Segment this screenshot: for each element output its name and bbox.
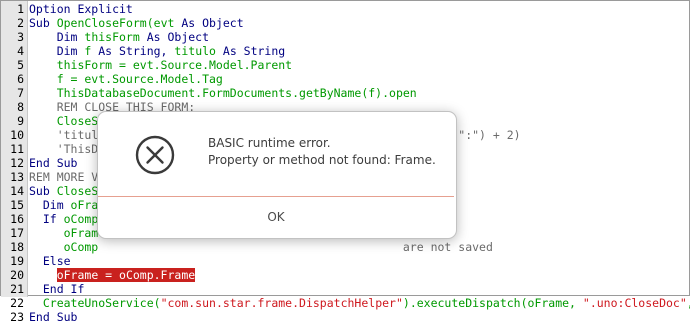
code-text: CreateUnoService("com.sun.star.frame.Dis… <box>29 296 690 310</box>
code-token: As String, <box>98 44 175 58</box>
code-text: thisForm = evt.Source.Model.Parent <box>29 58 292 72</box>
code-token: Dim <box>29 44 85 58</box>
line-number: 6 <box>17 72 24 86</box>
dialog-message: Property or method not found: Frame. <box>208 153 436 167</box>
dialog-title: BASIC runtime error. <box>208 136 331 150</box>
code-token: Option Explicit <box>29 2 133 16</box>
line-number: 12 <box>10 156 24 170</box>
code-token: f = evt.Source.Model.Tag <box>29 72 223 86</box>
code-token: f <box>84 44 99 58</box>
highlighted-error-code: oFrame = oComp.Frame <box>56 268 196 282</box>
line-number: 5 <box>17 58 24 72</box>
code-line[interactable]: 2 Sub OpenCloseForm(evt As Object <box>1 16 690 30</box>
code-text: oFrame = oComp.Frame <box>29 268 196 282</box>
ok-button[interactable]: OK <box>98 196 454 237</box>
code-token: Sub <box>29 16 57 30</box>
code-line[interactable]: 22 CreateUnoService("com.sun.star.frame.… <box>1 296 690 310</box>
line-number: 9 <box>17 114 24 128</box>
code-token: ThisDatabaseDocument.FormDocuments.getBy… <box>29 86 417 100</box>
code-line[interactable]: 19 Else <box>1 254 690 268</box>
code-line[interactable]: 23 End Sub <box>1 310 690 324</box>
code-line[interactable]: 6 f = evt.Source.Model.Tag <box>1 72 690 86</box>
code-text: Option Explicit <box>29 2 133 16</box>
code-line[interactable]: 3 Dim thisForm As Object <box>1 30 690 44</box>
code-token: oFra <box>70 198 99 212</box>
code-line[interactable]: 1 Option Explicit <box>1 2 690 16</box>
code-text: REM MORE V <box>29 170 98 184</box>
error-circle-x-icon <box>135 135 175 175</box>
code-text: End If <box>29 282 85 296</box>
line-number: 19 <box>10 254 24 268</box>
code-token: 'ThisD <box>29 142 99 156</box>
line-number: 14 <box>10 184 24 198</box>
code-token: oComp <box>29 240 99 254</box>
line-number: 20 <box>10 268 24 282</box>
code-text: ThisDatabaseDocument.FormDocuments.getBy… <box>29 86 417 100</box>
code-text: Dim f As String, titulo As String <box>29 44 286 58</box>
code-token: evt <box>153 16 182 30</box>
code-token: OpenCloseForm( <box>56 16 154 30</box>
code-text: Sub OpenCloseForm(evt As Object <box>29 16 244 30</box>
line-number: 18 <box>10 240 24 254</box>
code-token: Sub <box>29 184 57 198</box>
code-token: Dim <box>29 30 85 44</box>
line-number: 21 <box>10 282 24 296</box>
line-number: 3 <box>17 30 24 44</box>
code-token: CloseS <box>56 184 99 198</box>
code-token: Else <box>29 254 71 268</box>
code-text: f = evt.Source.Model.Tag <box>29 72 223 86</box>
line-number: 8 <box>17 100 24 114</box>
line-number: 7 <box>17 86 24 100</box>
code-line[interactable]: 7 ThisDatabaseDocument.FormDocuments.get… <box>1 86 690 100</box>
line-number: 10 <box>10 128 24 142</box>
code-token: oComp <box>63 212 99 226</box>
code-line[interactable]: 20 oFrame = oComp.Frame <box>1 268 690 282</box>
code-token: End Sub <box>29 310 78 324</box>
code-token: As Object <box>181 16 244 30</box>
line-number: 11 <box>10 142 24 156</box>
code-token: As Object <box>146 30 210 44</box>
line-number: 1 <box>17 2 24 16</box>
code-token: Dim <box>29 198 71 212</box>
code-text: Sub CloseS <box>29 184 98 198</box>
line-number: 2 <box>17 16 24 30</box>
code-token: REM MORE V <box>29 170 99 184</box>
line-number: 4 <box>17 44 24 58</box>
line-number: 22 <box>10 296 24 310</box>
code-text: Else <box>29 254 71 268</box>
line-number: 17 <box>10 226 24 240</box>
code-token: ).executeDispatch(oFrame, <box>402 296 583 310</box>
code-token: End If <box>29 282 85 296</box>
code-token: "com.sun.star.frame.DispatchHelper" <box>160 296 403 310</box>
line-number: 13 <box>10 170 24 184</box>
code-line[interactable]: 18 oComp are not saved <box>1 240 690 254</box>
code-line[interactable]: 5 thisForm = evt.Source.Model.Parent <box>1 58 690 72</box>
line-number: 15 <box>10 198 24 212</box>
code-text: End Sub <box>29 310 77 324</box>
code-token: oFram <box>29 226 99 240</box>
code-text: End Sub <box>29 156 77 170</box>
code-text: Dim oFra <box>29 198 98 212</box>
code-text: oFram <box>29 226 99 240</box>
code-token: titulo <box>174 44 223 58</box>
line-number: 16 <box>10 212 24 226</box>
code-token: As String <box>222 44 286 58</box>
error-dialog: BASIC runtime error. Property or method … <box>97 111 457 239</box>
code-text: Dim thisForm As Object <box>29 30 209 44</box>
code-line[interactable]: 21 End If <box>1 282 690 296</box>
code-text: 'ThisD <box>29 142 99 156</box>
code-token: 'titul <box>29 128 99 142</box>
code-token: thisForm = evt.Source.Model.Parent <box>29 58 293 72</box>
line-number: 23 <box>10 310 24 324</box>
code-token: CreateUnoService( <box>29 296 161 310</box>
code-line[interactable]: 4 Dim f As String, titulo As String <box>1 44 690 58</box>
code-token: thisForm <box>84 30 147 44</box>
code-token: End Sub <box>29 156 78 170</box>
code-token: are not saved <box>98 240 493 254</box>
ok-button-label: OK <box>267 210 285 224</box>
code-text: oComp are not saved <box>29 240 493 254</box>
code-token: If <box>29 212 64 226</box>
code-token: ".uno:CloseDoc" <box>582 296 687 310</box>
